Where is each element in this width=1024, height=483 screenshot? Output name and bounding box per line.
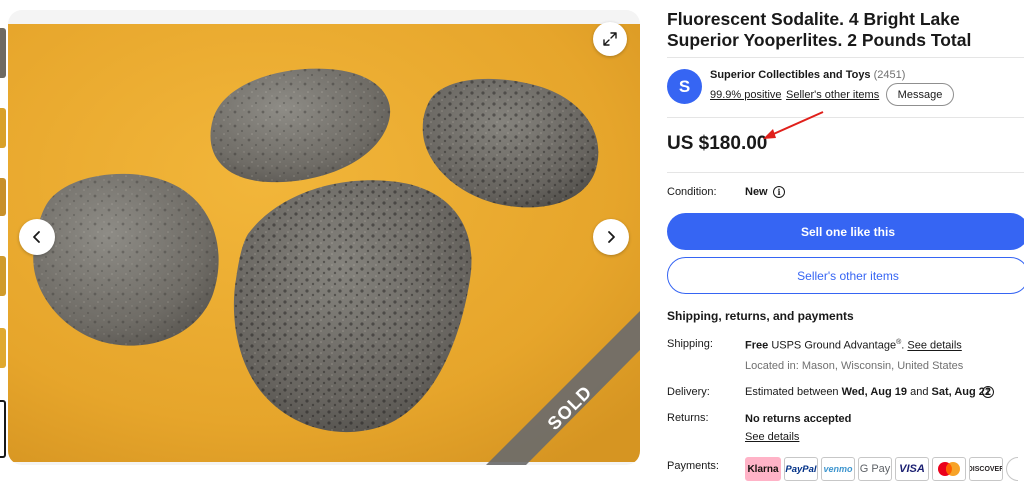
item-location: Located in: Mason, Wisconsin, United Sta… — [745, 360, 964, 372]
returns-label: Returns: — [667, 412, 709, 424]
divider — [667, 117, 1024, 118]
image-gallery: SOLD — [8, 10, 640, 465]
divider — [667, 172, 1024, 173]
thumbnail-4[interactable] — [0, 256, 6, 296]
delivery-label: Delivery: — [667, 386, 710, 398]
klarna-logo: Klarna — [745, 457, 781, 481]
thumbnail-3[interactable] — [0, 178, 6, 216]
annotation-arrow — [763, 111, 824, 139]
seller-feedback-link[interactable]: 99.9% positive — [710, 89, 782, 101]
shipping-see-details-link[interactable]: See details — [907, 340, 961, 352]
expand-icon — [603, 32, 617, 46]
venmo-logo: venmo — [821, 457, 855, 481]
shipping-value: Free USPS Ground Advantage®. See details — [745, 339, 962, 352]
product-photo — [8, 24, 640, 462]
chevron-left-icon — [33, 231, 40, 243]
thumbnail-selected[interactable] — [0, 400, 6, 458]
condition-label: Condition: — [667, 186, 717, 198]
thumbnail-strip — [0, 28, 6, 468]
sell-one-like-this-button[interactable]: Sell one like this — [667, 213, 1024, 250]
chevron-right-icon — [608, 231, 615, 243]
seller-feedback-count: (2451) — [873, 69, 906, 81]
previous-image-button[interactable] — [19, 219, 55, 255]
payment-methods: Klarna PayPal venmo G Pay VISA DISCOVER — [745, 457, 1018, 481]
delivery-prefix: Estimated between — [745, 386, 839, 398]
message-button[interactable]: Message — [886, 83, 954, 106]
info-icon[interactable]: i — [773, 186, 785, 198]
expand-image-button[interactable] — [593, 22, 627, 56]
shipping-label: Shipping: — [667, 338, 713, 350]
delivery-start: Wed, Aug 19 — [841, 386, 908, 398]
paypal-logo: PayPal — [784, 457, 818, 481]
seller-avatar[interactable]: S — [667, 69, 702, 104]
next-image-button[interactable] — [593, 219, 629, 255]
visa-logo: VISA — [895, 457, 929, 481]
item-price: US $180.00 — [667, 133, 768, 154]
thumbnail-5[interactable] — [0, 328, 6, 368]
returns-see-details-link[interactable]: See details — [745, 431, 799, 443]
delivery-value: Estimated between Wed, Aug 19 and Sat, A… — [745, 386, 991, 398]
mastercard-logo — [932, 457, 966, 481]
delivery-and: and — [910, 386, 929, 398]
mastercard-icon — [938, 462, 960, 476]
shipping-method: USPS Ground Advantage — [771, 339, 897, 352]
item-title: Fluorescent Sodalite. 4 Bright Lake Supe… — [667, 9, 972, 50]
divider — [667, 57, 1024, 58]
thumbnail-1[interactable] — [0, 28, 6, 78]
seller-other-items-link[interactable]: Seller's other items — [786, 89, 879, 101]
seller-name[interactable]: Superior Collectibles and Toys (2451) — [710, 69, 905, 81]
avatar-letter: S — [678, 76, 691, 96]
returns-value: No returns accepted — [745, 413, 852, 425]
thumbnail-2[interactable] — [0, 108, 6, 148]
shipping-section-heading: Shipping, returns, and payments — [667, 309, 854, 323]
info-icon[interactable]: i — [982, 386, 994, 398]
payments-label: Payments: — [667, 460, 719, 472]
item-details-panel: Fluorescent Sodalite. 4 Bright Lake Supe… — [667, 0, 1024, 483]
condition-value: New — [745, 186, 768, 198]
seller-name-text[interactable]: Superior Collectibles and Toys — [710, 69, 871, 81]
sellers-other-items-button[interactable]: Seller's other items — [667, 257, 1024, 294]
more-payments-icon[interactable] — [1006, 457, 1018, 481]
shipping-free: Free — [745, 339, 769, 352]
google-pay-logo: G Pay — [858, 457, 892, 481]
discover-logo: DISCOVER — [969, 457, 1003, 481]
